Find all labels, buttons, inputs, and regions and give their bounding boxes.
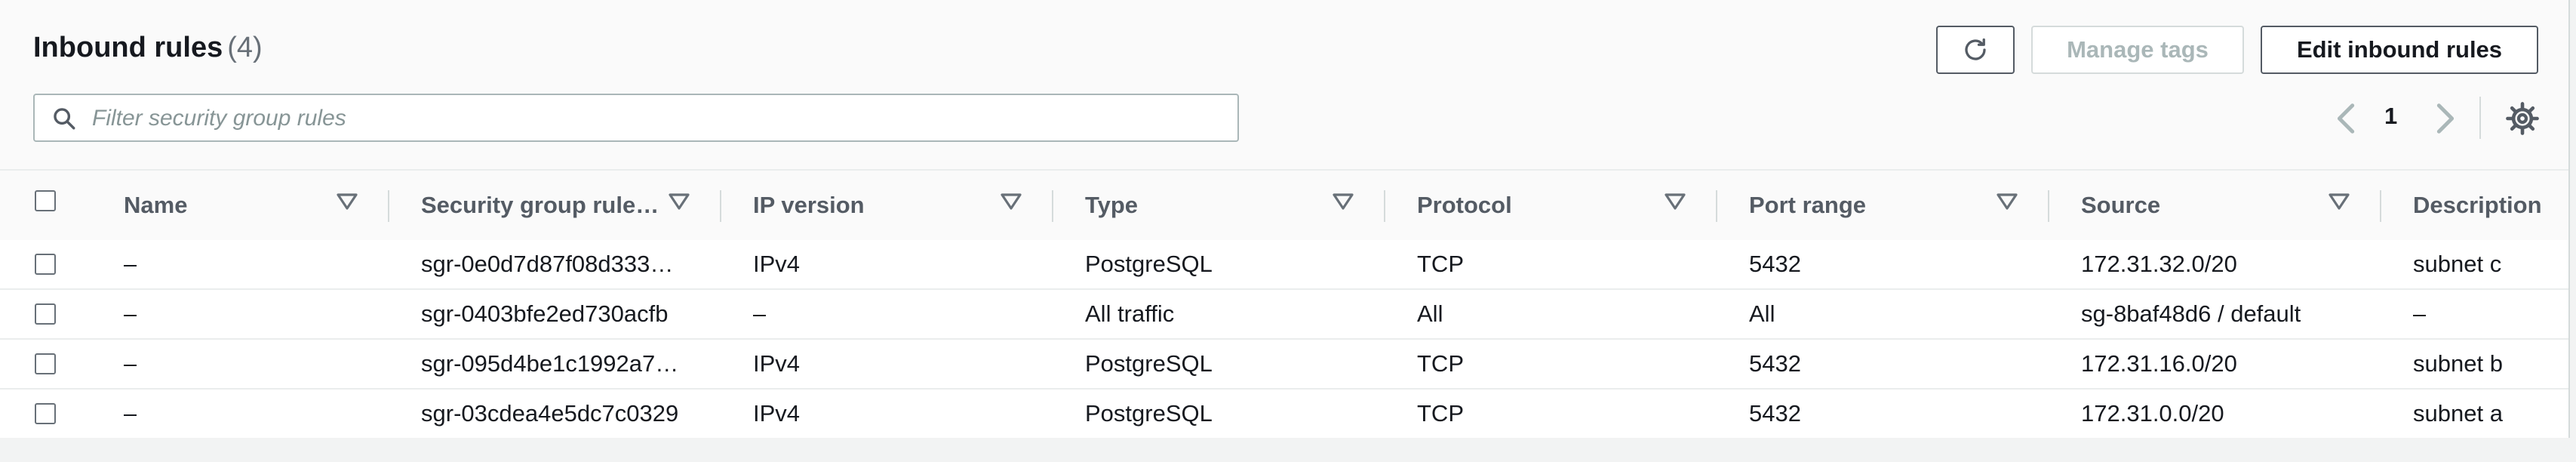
search-icon — [54, 108, 75, 130]
row-checkbox[interactable] — [35, 303, 56, 325]
column-resizer[interactable] — [2380, 190, 2381, 222]
chevron-left-icon[interactable] — [2332, 101, 2362, 136]
current-page-number[interactable]: 1 — [2384, 103, 2397, 130]
cell-source: 172.31.0.0/20 — [2081, 400, 2224, 427]
cell-type: PostgreSQL — [1085, 400, 1213, 427]
cell-name: – — [124, 350, 137, 377]
cell-ip-version: – — [753, 300, 767, 327]
search-box[interactable] — [33, 94, 1239, 142]
panel-title-text: Inbound rules — [33, 32, 223, 63]
cell-port-range: 5432 — [1749, 400, 1801, 427]
column-header-ip-version[interactable]: IP version — [753, 171, 865, 240]
cell-port-range: All — [1749, 300, 1775, 327]
cell-description: subnet b — [2413, 350, 2503, 377]
cell-rule-id: sgr-03cdea4e5dc7c0329 — [421, 400, 679, 427]
cell-description: subnet a — [2413, 400, 2503, 427]
cell-type: PostgreSQL — [1085, 251, 1213, 277]
cell-ip-version: IPv4 — [753, 350, 801, 377]
rules-count: (4) — [227, 32, 263, 63]
row-checkbox[interactable] — [35, 403, 56, 424]
sort-icon[interactable] — [1333, 193, 1354, 210]
sort-icon[interactable] — [1001, 193, 1022, 210]
sort-icon[interactable] — [2329, 193, 2350, 210]
cell-name: – — [124, 300, 137, 327]
column-resizer[interactable] — [1716, 190, 1717, 222]
table-row[interactable]: – sgr-0403bfe2ed730acfb – All traffic Al… — [0, 290, 2568, 340]
cell-rule-id: sgr-0e0d7d87f08d333… — [421, 251, 674, 277]
edit-inbound-rules-button[interactable]: Edit inbound rules — [2261, 26, 2538, 74]
table-row[interactable]: – sgr-03cdea4e5dc7c0329 IPv4 PostgreSQL … — [0, 390, 2568, 438]
cell-protocol: TCP — [1417, 350, 1464, 377]
sort-icon[interactable] — [669, 193, 690, 210]
manage-tags-button[interactable]: Manage tags — [2031, 26, 2244, 74]
column-resizer[interactable] — [2048, 190, 2049, 222]
gear-icon[interactable] — [2505, 101, 2540, 136]
table-row[interactable]: – sgr-0e0d7d87f08d333… IPv4 PostgreSQL T… — [0, 240, 2568, 290]
row-checkbox[interactable] — [35, 353, 56, 374]
refresh-icon — [1965, 38, 1986, 60]
cell-description: – — [2413, 300, 2427, 327]
panel-title: Inbound rules (4) — [33, 32, 263, 64]
cell-rule-id: sgr-095d4be1c1992a7… — [421, 350, 679, 377]
cell-type: PostgreSQL — [1085, 350, 1213, 377]
table-row[interactable]: – sgr-095d4be1c1992a7… IPv4 PostgreSQL T… — [0, 340, 2568, 390]
column-header-rule-id[interactable]: Security group rule… — [421, 171, 659, 240]
cell-port-range: 5432 — [1749, 251, 1801, 277]
cell-ip-version: IPv4 — [753, 251, 801, 277]
cell-protocol: TCP — [1417, 400, 1464, 427]
column-resizer[interactable] — [1384, 190, 1385, 222]
cell-source: 172.31.32.0/20 — [2081, 251, 2237, 277]
search-input[interactable] — [91, 100, 1225, 137]
pager-divider — [2479, 97, 2481, 139]
column-header-protocol[interactable]: Protocol — [1417, 171, 1512, 240]
cell-name: – — [124, 400, 137, 427]
cell-protocol: TCP — [1417, 251, 1464, 277]
column-header-name[interactable]: Name — [124, 171, 187, 240]
chevron-right-icon[interactable] — [2430, 101, 2460, 136]
sort-icon[interactable] — [1997, 193, 2018, 210]
column-header-description[interactable]: Description — [2413, 171, 2542, 240]
cell-name: – — [124, 251, 137, 277]
column-header-type[interactable]: Type — [1085, 171, 1138, 240]
column-resizer[interactable] — [720, 190, 721, 222]
column-header-source[interactable]: Source — [2081, 171, 2160, 240]
column-header-port-range[interactable]: Port range — [1749, 171, 1866, 240]
cell-source: 172.31.16.0/20 — [2081, 350, 2237, 377]
column-resizer[interactable] — [1052, 190, 1053, 222]
sort-icon[interactable] — [337, 193, 358, 210]
cell-port-range: 5432 — [1749, 350, 1801, 377]
column-resizer[interactable] — [388, 190, 389, 222]
refresh-button[interactable] — [1936, 26, 2015, 74]
sort-icon[interactable] — [1665, 193, 1686, 210]
cell-source: sg-8baf48d6 / default — [2081, 300, 2301, 327]
row-checkbox[interactable] — [35, 254, 56, 275]
cell-protocol: All — [1417, 300, 1443, 327]
inbound-rules-panel: Inbound rules (4) Manage tags Edit inboun… — [0, 0, 2570, 438]
cell-type: All traffic — [1085, 300, 1175, 327]
cell-ip-version: IPv4 — [753, 400, 801, 427]
select-all-checkbox[interactable] — [35, 190, 56, 211]
cell-rule-id: sgr-0403bfe2ed730acfb — [421, 300, 669, 327]
table-header: Name Security group rule… IP version Typ… — [0, 171, 2568, 242]
cell-description: subnet c — [2413, 251, 2502, 277]
